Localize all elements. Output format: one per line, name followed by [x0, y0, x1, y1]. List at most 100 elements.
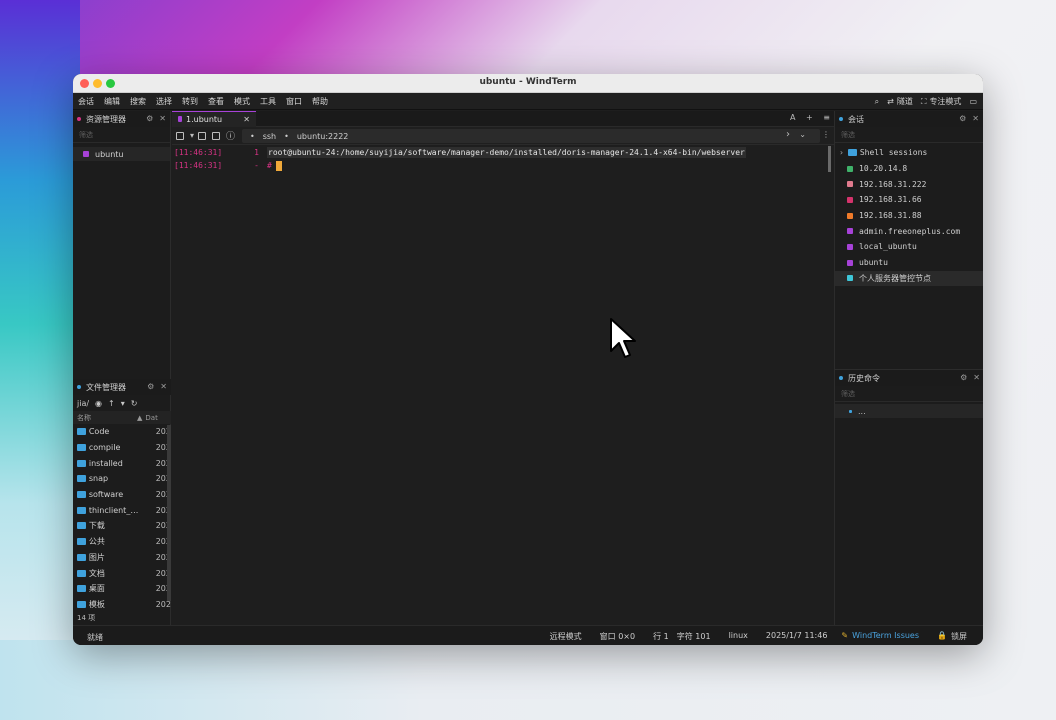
- eye-icon[interactable]: ◉: [95, 399, 102, 408]
- lock-screen-button[interactable]: 锁屏: [951, 631, 967, 642]
- table-row[interactable]: thinclient_… 202: [73, 502, 171, 518]
- terminal-output[interactable]: [11:46:31] 1 root@ubuntu-24:/home/suyiji…: [172, 146, 834, 625]
- session-item[interactable]: ubuntu: [835, 255, 983, 271]
- session-label: 个人服务器管控节点: [859, 273, 931, 283]
- close-tab-icon[interactable]: ✕: [243, 115, 250, 124]
- gear-icon[interactable]: ⚙: [147, 382, 154, 391]
- session-label: local_ubuntu: [859, 242, 917, 252]
- menu-select[interactable]: 选择: [151, 93, 177, 110]
- menu-tools[interactable]: 工具: [255, 93, 281, 110]
- session-group[interactable]: › Shell sessions: [835, 145, 983, 161]
- focus-mode-button[interactable]: 专注模式: [929, 96, 961, 107]
- tab-menu-button[interactable]: ≡: [823, 113, 830, 122]
- menu-window[interactable]: 窗口: [281, 93, 307, 110]
- search-icon[interactable]: ⌕: [875, 97, 879, 107]
- session-item[interactable]: 192.168.31.88: [835, 208, 983, 224]
- column-date[interactable]: Dat: [145, 414, 157, 422]
- folder-icon: [77, 585, 86, 593]
- session-item[interactable]: 192.168.31.66: [835, 192, 983, 208]
- line-number: 1: [254, 148, 259, 157]
- split-icon[interactable]: [212, 131, 221, 140]
- table-row[interactable]: installed 202: [73, 455, 171, 471]
- table-row[interactable]: 模板 202: [73, 597, 171, 613]
- history-filter-input[interactable]: 筛选: [835, 386, 983, 402]
- column-name[interactable]: 名称: [77, 413, 145, 423]
- terminal-scrollbar[interactable]: [828, 146, 831, 172]
- status-right: 远程模式 窗口 0×0 行 1 字符 101 linux 2025/1/7 11…: [532, 631, 967, 642]
- sessions-header: 会话 ⚙ ✕: [835, 111, 983, 127]
- menu-search[interactable]: 搜索: [125, 93, 151, 110]
- issues-link[interactable]: WindTerm Issues: [852, 631, 919, 642]
- history-item[interactable]: ...: [835, 404, 983, 418]
- chevron-right-icon[interactable]: ›: [839, 148, 844, 157]
- menu-mode[interactable]: 模式: [229, 93, 255, 110]
- history-header: 历史命令 ⚙ ✕: [835, 370, 983, 386]
- table-row[interactable]: 文档 202: [73, 565, 171, 581]
- folder-icon: [77, 600, 86, 608]
- session-item[interactable]: local_ubuntu: [835, 239, 983, 255]
- chevron-down-icon[interactable]: ▾: [121, 399, 125, 408]
- refresh-icon[interactable]: ↻: [131, 399, 138, 408]
- folder-icon: [77, 569, 86, 577]
- resource-item-ubuntu[interactable]: ubuntu: [73, 147, 170, 161]
- table-row[interactable]: 桌面 202: [73, 581, 171, 597]
- chevron-down-icon[interactable]: ▾: [190, 131, 194, 140]
- session-label: ubuntu: [859, 258, 888, 268]
- file-manager-toolbar: jia/ ◉ ↑ ▾ ↻: [73, 395, 171, 411]
- file-path[interactable]: jia/: [77, 399, 89, 408]
- file-count: 14 项: [77, 614, 96, 622]
- info-icon[interactable]: ⓘ: [226, 129, 235, 142]
- file-list-scrollbar[interactable]: [167, 425, 171, 601]
- chevron-down-icon[interactable]: ⌄: [799, 130, 806, 139]
- tab-bar-controls: A + ≡: [782, 113, 830, 122]
- session-filter-input[interactable]: 筛选: [835, 127, 983, 143]
- layout-icon[interactable]: ▭: [969, 97, 977, 106]
- gear-icon[interactable]: ⚙: [960, 373, 967, 382]
- close-icon[interactable]: ✕: [160, 382, 167, 391]
- table-row[interactable]: 公共 202: [73, 534, 171, 550]
- session-item[interactable]: admin.freeoneplus.com: [835, 223, 983, 239]
- go-arrow-icon[interactable]: ›: [786, 129, 790, 140]
- session-item[interactable]: 个人服务器管控节点: [835, 270, 983, 287]
- app-window: ubuntu - WindTerm 会话 编辑 搜索 选择 转到 查看 模式 工…: [73, 74, 983, 645]
- panel-controls: ⚙ ✕: [953, 114, 979, 123]
- folder-icon: [77, 428, 86, 436]
- more-icon[interactable]: ⋮: [822, 130, 830, 139]
- tunnel-button[interactable]: 隧道: [897, 96, 913, 107]
- session-item[interactable]: 192.168.31.222: [835, 176, 983, 192]
- status-mode[interactable]: 远程模式: [550, 631, 582, 642]
- tunnel-icon[interactable]: ⇄: [887, 97, 894, 106]
- address-bar[interactable]: • ssh • ubuntu:2222 › ⌄: [242, 129, 820, 143]
- table-row[interactable]: 下载 202: [73, 518, 171, 534]
- table-row[interactable]: compile 202: [73, 440, 171, 456]
- gear-icon[interactable]: ⚙: [146, 114, 153, 123]
- close-icon[interactable]: ✕: [972, 114, 979, 123]
- menu-help[interactable]: 帮助: [307, 93, 333, 110]
- new-session-icon[interactable]: [176, 131, 184, 140]
- menu-view[interactable]: 查看: [203, 93, 229, 110]
- table-row[interactable]: snap 202: [73, 471, 171, 487]
- duplicate-icon[interactable]: [198, 131, 207, 140]
- tab-ubuntu[interactable]: 1.ubuntu ✕: [172, 110, 256, 127]
- menu-session[interactable]: 会话: [73, 93, 99, 110]
- session-item[interactable]: 10.20.14.8: [835, 161, 983, 177]
- table-row[interactable]: Code 202: [73, 424, 171, 440]
- close-icon[interactable]: ✕: [973, 373, 980, 382]
- menu-edit[interactable]: 编辑: [99, 93, 125, 110]
- status-window-size: 窗口 0×0: [599, 632, 636, 641]
- table-row[interactable]: software 202: [73, 487, 171, 503]
- font-size-button[interactable]: A: [790, 113, 795, 122]
- menu-goto[interactable]: 转到: [177, 93, 203, 110]
- folder-icon: [77, 506, 86, 514]
- lock-icon: 🔒: [937, 631, 947, 640]
- up-arrow-icon[interactable]: ↑: [108, 399, 115, 408]
- focus-mode-icon[interactable]: ⛶: [921, 97, 927, 107]
- close-icon[interactable]: ✕: [159, 114, 166, 123]
- table-row[interactable]: 图片 202: [73, 550, 171, 566]
- timestamp: [11:46:31]: [174, 161, 223, 170]
- gear-icon[interactable]: ⚙: [959, 114, 966, 123]
- issues-icon: ✎: [841, 631, 849, 640]
- sort-icon[interactable]: ▲: [137, 414, 142, 422]
- add-tab-button[interactable]: +: [806, 113, 813, 122]
- resource-filter-input[interactable]: 筛选: [73, 127, 170, 143]
